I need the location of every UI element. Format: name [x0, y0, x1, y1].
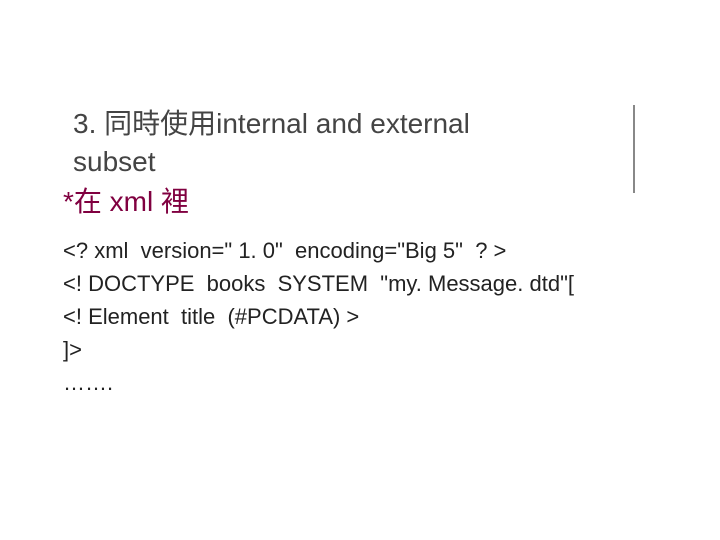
heading-line-1: 3. 同時使用internal and external — [63, 105, 670, 143]
code-block: <? xml version=" 1. 0" encoding="Big 5" … — [63, 234, 670, 399]
code-line-4: ]> — [63, 333, 670, 366]
code-line-2: <! DOCTYPE books SYSTEM "my. Message. dt… — [63, 267, 670, 300]
subtitle: *在 xml 裡 — [63, 183, 670, 221]
code-line-3: <! Element title (#PCDATA) > — [63, 300, 670, 333]
heading-line-2: subset — [63, 143, 670, 181]
decorative-line — [633, 105, 635, 193]
slide-content: 3. 同時使用internal and external subset *在 x… — [63, 105, 670, 399]
code-line-5: ……. — [63, 366, 670, 399]
code-line-1: <? xml version=" 1. 0" encoding="Big 5" … — [63, 234, 670, 267]
